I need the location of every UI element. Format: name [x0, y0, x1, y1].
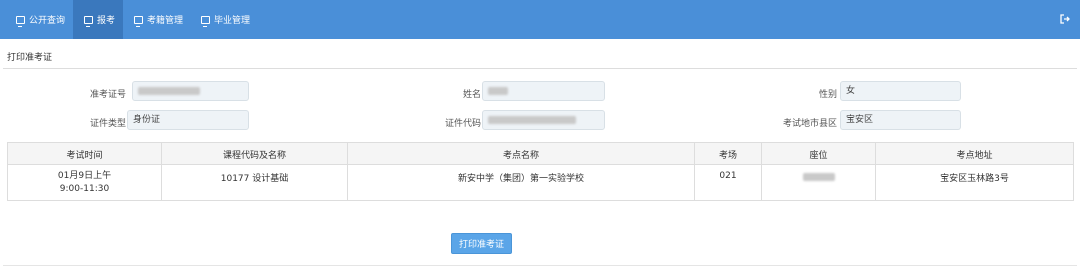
- nav-item-label: 考籍管理: [147, 16, 184, 26]
- exam-table: 考试时间 课程代码及名称 考点名称 考场 座位 考点地址 01月9日上午 9:0…: [7, 142, 1074, 201]
- id-type-field: 身份证: [127, 110, 249, 130]
- table-cell-time: 01月9日上午 9:00-11:30: [8, 165, 162, 200]
- redacted-value: [802, 173, 835, 181]
- monitor-icon: [16, 15, 25, 27]
- name-field: [482, 81, 605, 101]
- top-navbar: 公开查询 报考 考籍管理 毕业管理: [0, 0, 1080, 39]
- exam-no-field: [132, 81, 249, 101]
- table-cell-address: 宝安区玉林路3号: [940, 174, 1009, 184]
- redacted-value: [138, 86, 200, 95]
- id-code-field: [482, 110, 605, 130]
- table-cell-site: 新安中学（集团）第一实验学校: [348, 165, 695, 200]
- nav-item-label: 报考: [97, 16, 116, 26]
- column-header: 考试时间: [8, 143, 162, 165]
- page-title: 打印准考证: [7, 53, 53, 63]
- id-code-label: 证件代码: [444, 119, 481, 129]
- bottom-divider: [3, 265, 1077, 266]
- gender-label: 性别: [818, 90, 837, 100]
- monitor-icon: [201, 15, 210, 27]
- monitor-icon: [84, 15, 93, 27]
- district-field: 宝安区: [840, 110, 961, 130]
- nav-item-label: 公开查询: [29, 16, 66, 26]
- redacted-value: [488, 86, 508, 95]
- nav-item-graduation[interactable]: 毕业管理: [193, 0, 255, 39]
- exam-no-label: 准考证号: [89, 90, 126, 100]
- name-label: 姓名: [462, 90, 481, 100]
- column-header: 考点地址: [956, 150, 993, 161]
- table-cell-course: 10177 设计基础: [162, 165, 348, 200]
- column-header: 座位: [762, 143, 876, 165]
- column-header: 考点名称: [348, 143, 695, 165]
- redacted-value: [488, 115, 576, 124]
- nav-item-public-query[interactable]: 公开查询: [8, 0, 70, 39]
- district-label: 考试地市县区: [782, 119, 837, 129]
- nav-item-label: 毕业管理: [214, 16, 251, 26]
- time-range: 9:00-11:30: [59, 183, 110, 194]
- nav-item-apply[interactable]: 报考: [73, 0, 123, 39]
- time-date: 01月9日上午: [57, 170, 112, 181]
- id-type-label: 证件类型: [89, 119, 126, 129]
- table-cell-seat: [762, 165, 876, 200]
- gender-field: 女: [840, 81, 961, 101]
- monitor-icon: [134, 15, 143, 27]
- column-header: 课程代码及名称: [162, 143, 348, 165]
- column-header: 考场: [695, 143, 762, 165]
- nav-item-records[interactable]: 考籍管理: [126, 0, 188, 39]
- title-divider: [3, 68, 1077, 69]
- print-admission-ticket-button[interactable]: 打印准考证: [451, 233, 512, 254]
- table-cell-room: 021: [695, 165, 762, 200]
- logout-icon[interactable]: [1060, 14, 1070, 24]
